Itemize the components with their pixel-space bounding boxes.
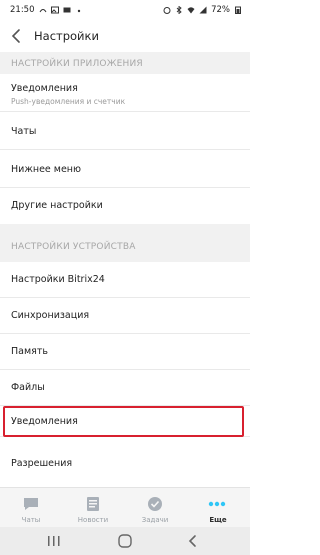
page-title: Настройки — [34, 29, 99, 43]
wifi-calling-icon — [39, 9, 46, 13]
item-label: Память — [11, 346, 48, 357]
dot-icon — [77, 9, 80, 13]
item-label: Уведомления — [11, 83, 78, 94]
item-label: Чаты — [11, 126, 37, 137]
item-label: Настройки Bitrix24 — [11, 274, 105, 285]
status-bar: 21:50 72% — [0, 0, 250, 20]
item-label: Синхронизация — [11, 310, 90, 321]
tab-label: Новости — [77, 516, 109, 524]
settings-item-sync[interactable]: Синхронизация — [0, 298, 250, 334]
tasks-icon — [148, 497, 162, 511]
permissions-label: Разрешения — [11, 458, 73, 469]
bluetooth-icon — [176, 6, 182, 14]
settings-item-chats[interactable]: Чаты — [0, 112, 250, 150]
back-arrow-icon[interactable] — [8, 26, 26, 46]
back-nav-icon[interactable] — [186, 533, 200, 549]
system-nav-bar — [0, 527, 250, 555]
tab-news[interactable]: Новости — [62, 488, 124, 528]
tab-chats[interactable]: Чаты — [0, 488, 62, 528]
settings-item-other-settings[interactable]: Другие настройки — [0, 188, 250, 224]
tab-label: Еще — [209, 516, 227, 524]
tab-tasks[interactable]: Задачи — [124, 488, 186, 528]
mail-icon — [63, 7, 70, 13]
settings-item-files[interactable]: Файлы — [0, 370, 250, 406]
wifi-icon — [187, 7, 195, 14]
settings-item-bitrix24[interactable]: Настройки Bitrix24 — [0, 262, 250, 298]
tab-label: Задачи — [141, 516, 169, 524]
header: Настройки — [0, 22, 250, 50]
item-label: Нижнее меню — [11, 164, 82, 175]
battery-percent: 72% — [211, 5, 230, 15]
battery-icon — [235, 6, 241, 14]
tab-more[interactable]: Еще — [186, 488, 250, 528]
settings-item-notifications-app[interactable]: Уведомления Push-уведомления и счетчик — [0, 74, 250, 112]
chat-icon — [24, 498, 38, 510]
item-label: Файлы — [11, 382, 45, 393]
section-device-settings-header: НАСТРОЙКИ УСТРОЙСТВА — [0, 224, 250, 262]
news-icon — [87, 497, 99, 511]
item-sublabel: Push-уведомления и счетчик — [11, 97, 126, 106]
tab-label: Чаты — [21, 516, 41, 524]
status-time: 21:50 — [10, 5, 35, 15]
image-icon — [50, 6, 59, 14]
more-icon — [208, 501, 226, 507]
settings-item-memory[interactable]: Память — [0, 334, 250, 370]
item-label: Другие настройки — [11, 200, 103, 211]
highlight-box — [3, 406, 244, 437]
home-icon[interactable] — [116, 533, 134, 549]
signal-icon — [199, 6, 207, 14]
recent-apps-icon[interactable] — [47, 533, 61, 549]
section-device-settings-title: НАСТРОЙКИ УСТРОЙСТВА — [11, 242, 136, 252]
section-app-settings-header: НАСТРОЙКИ ПРИЛОЖЕНИЯ — [0, 52, 250, 74]
section-app-settings-title: НАСТРОЙКИ ПРИЛОЖЕНИЯ — [11, 59, 143, 69]
bottom-tab-bar: Чаты Новости Задачи Еще — [0, 487, 250, 527]
settings-item-bottom-menu[interactable]: Нижнее меню — [0, 150, 250, 188]
alarm-icon — [163, 7, 171, 14]
